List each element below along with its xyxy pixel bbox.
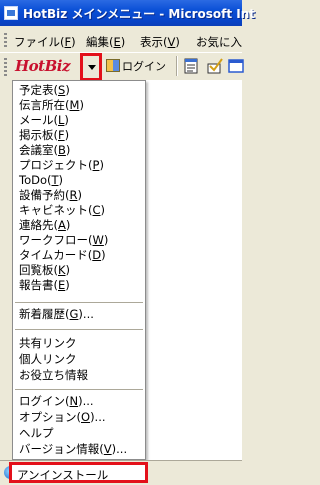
menu-item-mail[interactable]: メール(L) (19, 113, 69, 127)
toolbar-separator (176, 56, 178, 76)
menu-item-schedule[interactable]: 予定表(S) (19, 83, 70, 97)
menu-view[interactable]: 表示(V) (140, 34, 180, 50)
chevron-down-icon (88, 65, 96, 70)
menu-item-conference-room[interactable]: 会議室(B) (19, 143, 70, 157)
menu-item-shared-links[interactable]: 共有リンク (19, 336, 77, 350)
menu-item-useful-info[interactable]: お役立ち情報 (19, 368, 88, 382)
menu-item-uninstall[interactable]: アンインストール (9, 462, 148, 483)
notepad-icon[interactable] (182, 57, 200, 75)
menu-item-options[interactable]: オプション(O)... (19, 410, 106, 424)
menu-separator (15, 389, 143, 390)
menu-item-report[interactable]: 報告書(E) (19, 278, 70, 292)
hotbiz-dropdown-button[interactable] (80, 53, 102, 81)
menubar-grip-handle[interactable] (4, 33, 7, 49)
menu-item-recent-history[interactable]: 新着履歴(G)... (19, 307, 94, 321)
menu-file[interactable]: ファイル(F) (14, 34, 76, 50)
menu-item-version-info[interactable]: バージョン情報(V)... (19, 442, 127, 456)
menu-bar: ファイル(F) 編集(E) 表示(V) お気に入 (0, 30, 242, 52)
menu-separator (15, 302, 143, 303)
menu-item-login[interactable]: ログイン(N)... (19, 394, 94, 408)
title-bar: HotBiz メインメニュー - Microsoft Int (0, 0, 255, 26)
login-button[interactable]: ログイン (106, 58, 166, 74)
menu-edit[interactable]: 編集(E) (86, 34, 125, 50)
menu-item-todo[interactable]: ToDo(T) (19, 173, 63, 187)
menu-item-message[interactable]: 伝言所在(M) (19, 98, 84, 112)
login-icon (106, 59, 120, 72)
menu-item-circular[interactable]: 回覧板(K) (19, 263, 70, 277)
window-title: HotBiz メインメニュー - Microsoft Int (23, 7, 256, 21)
menu-item-workflow[interactable]: ワークフロー(W) (19, 233, 108, 247)
menu-item-facility-booking[interactable]: 設備予約(R) (19, 188, 82, 202)
menu-item-contacts[interactable]: 連絡先(A) (19, 218, 70, 232)
window-icon[interactable] (228, 57, 246, 75)
window-left-edge (0, 80, 12, 460)
menu-item-timecard[interactable]: タイムカード(D) (19, 248, 106, 262)
menu-item-cabinet[interactable]: キャビネット(C) (19, 203, 105, 217)
menu-item-bulletin-board[interactable]: 掲示板(F) (19, 128, 69, 142)
menu-item-personal-links[interactable]: 個人リンク (19, 352, 77, 366)
hotbiz-dropdown-menu: 予定表(S) 伝言所在(M) メール(L) 掲示板(F) 会議室(B) プロジェ… (12, 80, 146, 460)
app-icon (4, 6, 18, 20)
menu-favorites[interactable]: お気に入 (196, 34, 242, 50)
menu-item-help[interactable]: ヘルプ (19, 426, 54, 440)
toolbar-grip-handle[interactable] (4, 58, 7, 76)
menu-item-project[interactable]: プロジェクト(P) (19, 158, 104, 172)
menu-separator (15, 329, 143, 330)
page-content-area (146, 80, 242, 460)
hotbiz-logo[interactable]: HotBiz (15, 57, 71, 75)
check-icon[interactable] (206, 57, 224, 75)
